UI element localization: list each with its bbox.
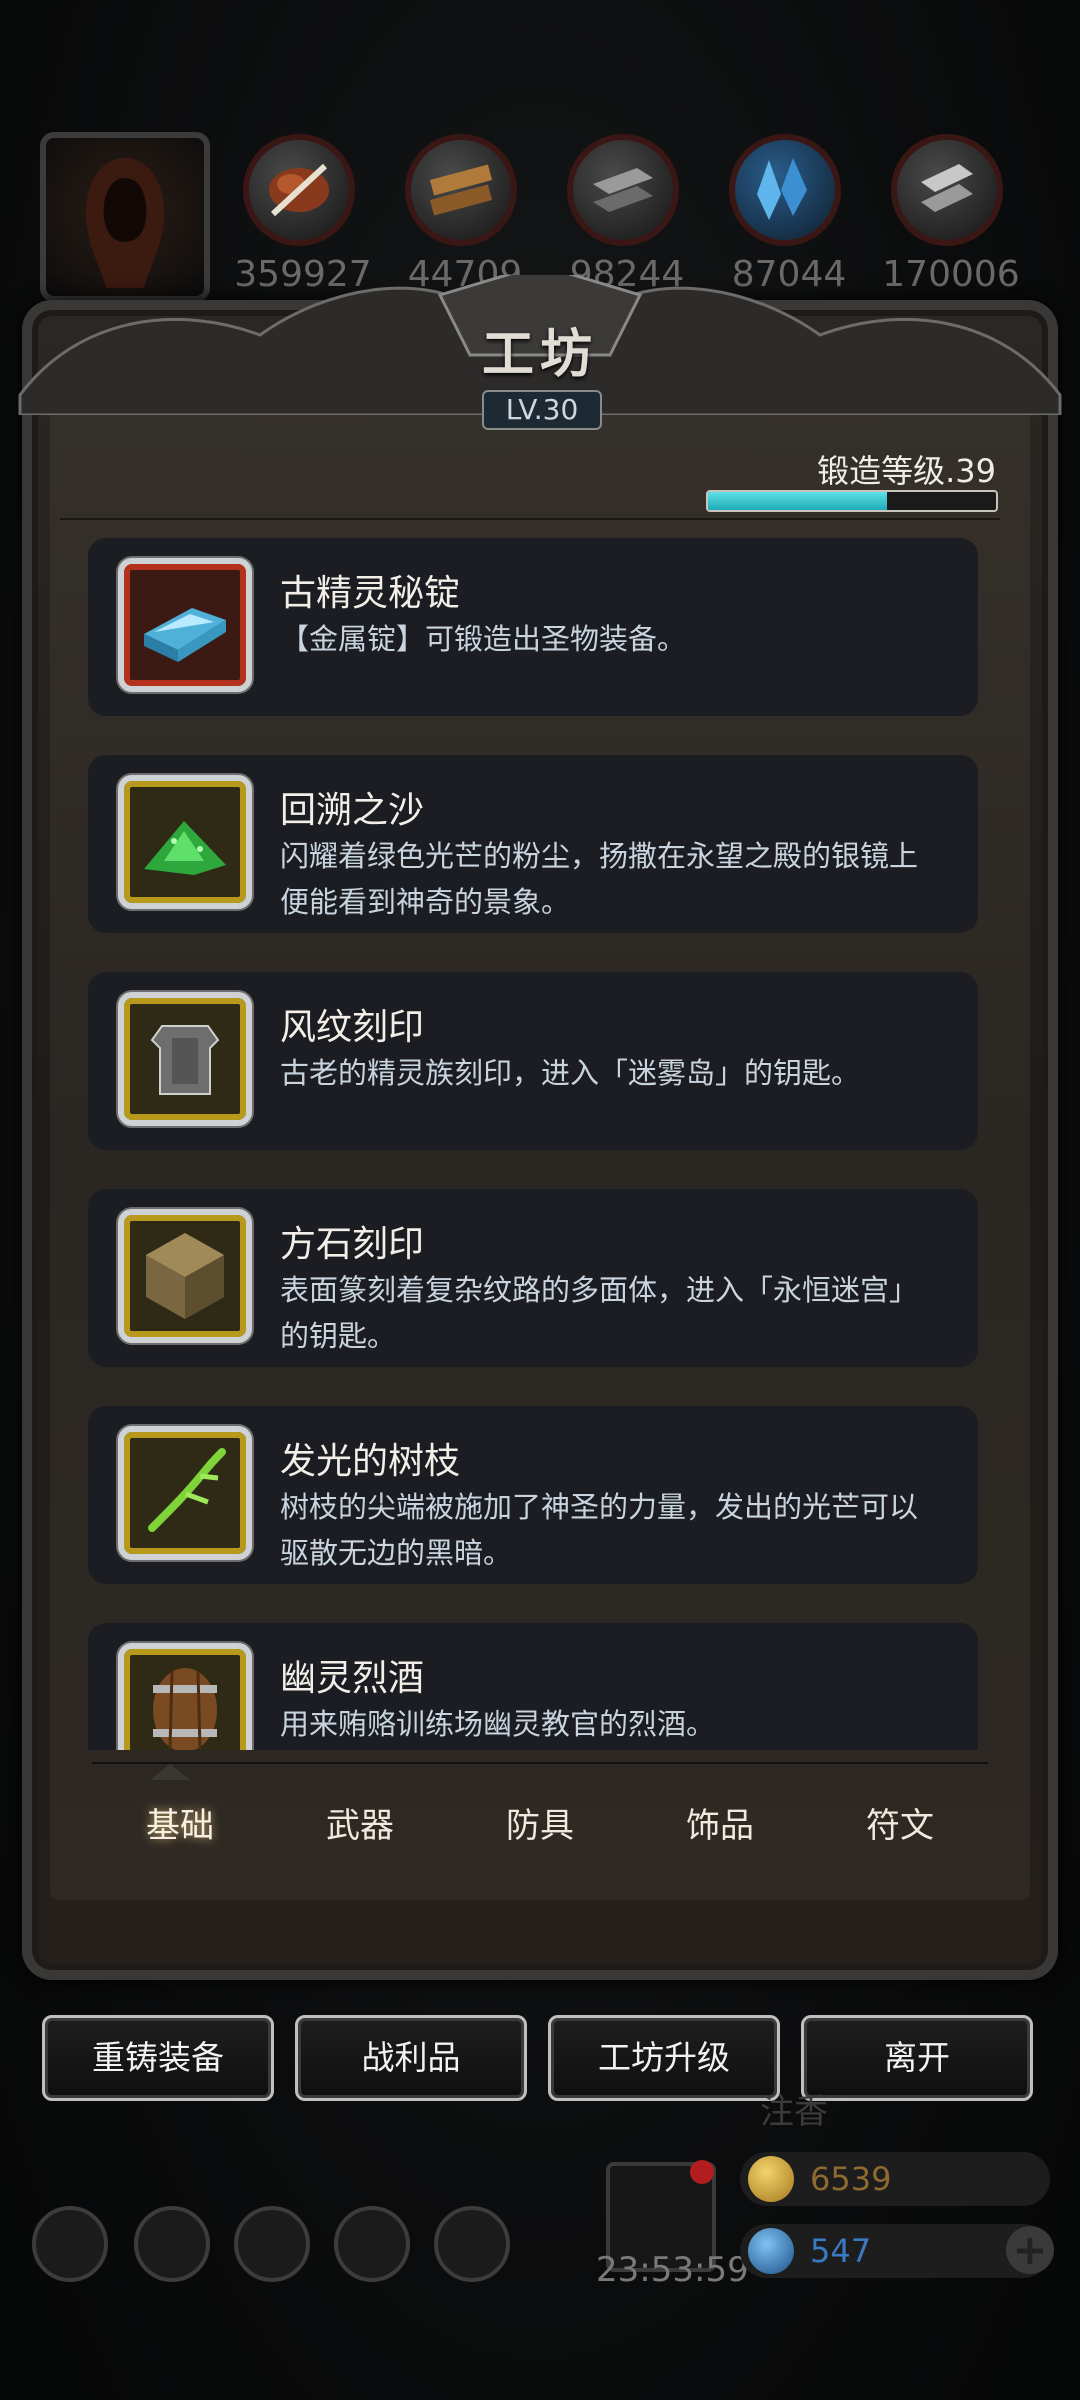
item-description: 【金属锭】可锻造出圣物装备。 xyxy=(280,622,687,656)
background-label: 注香 xyxy=(760,2092,828,2132)
tab-runes[interactable]: 符文 xyxy=(810,1798,990,1847)
resource-meat[interactable]: 359927 xyxy=(234,134,372,295)
mail-icon[interactable] xyxy=(334,2206,410,2282)
crystal-icon xyxy=(729,134,841,246)
resource-wood[interactable]: 44709 xyxy=(405,134,525,295)
item-name: 古精灵秘锭 xyxy=(280,573,461,614)
item-name: 发光的树枝 xyxy=(280,1441,461,1482)
glowing-branch-icon xyxy=(118,1426,252,1560)
steel-icon xyxy=(891,134,1003,246)
gold-coin-icon xyxy=(748,2156,794,2202)
shield-star-icon[interactable] xyxy=(134,2206,210,2282)
armor-seal-icon xyxy=(118,992,252,1126)
resource-iron[interactable]: 98244 xyxy=(567,134,687,295)
gem-display: 547 xyxy=(740,2224,1050,2278)
item-description: 表面篆刻着复杂纹路的多面体，进入「永恒迷宫」的钥匙。 xyxy=(280,1273,919,1353)
wood-icon xyxy=(405,134,517,246)
crossed-swords-icon[interactable] xyxy=(434,2206,510,2282)
list-item[interactable]: 幽灵烈酒 用来贿赂训练场幽灵教官的烈酒。 xyxy=(88,1623,978,1750)
green-sand-icon xyxy=(118,775,252,909)
stone-cube-icon xyxy=(118,1209,252,1343)
loot-button[interactable]: 战利品 xyxy=(295,2015,527,2101)
iron-icon xyxy=(567,134,679,246)
item-name: 方石刻印 xyxy=(280,1224,425,1265)
workshop-level-badge: LV.30 xyxy=(482,390,602,430)
workshop-upgrade-button[interactable]: 工坊升级 xyxy=(548,2015,780,2101)
resource-steel[interactable]: 170006 xyxy=(882,134,1020,295)
forge-progress-bar xyxy=(706,490,998,512)
list-item[interactable]: 发光的树枝 树枝的尖端被施加了神圣的力量，发出的光芒可以驱散无边的黑暗。 xyxy=(88,1406,978,1584)
resource-crystal[interactable]: 87044 xyxy=(729,134,849,295)
hooded-figure-icon xyxy=(85,158,165,288)
list-item[interactable]: 回溯之沙 闪耀着绿色光芒的粉尘，扬撒在永望之殿的银镜上便能看到神奇的景象。 xyxy=(88,755,978,933)
gem-amount: 547 xyxy=(810,2232,872,2270)
item-name: 风纹刻印 xyxy=(280,1007,425,1048)
tab-weapons[interactable]: 武器 xyxy=(270,1798,450,1847)
forge-progress-fill xyxy=(708,492,887,510)
tab-basic[interactable]: 基础 xyxy=(90,1798,270,1847)
item-name: 幽灵烈酒 xyxy=(280,1658,425,1699)
barrel-icon xyxy=(118,1643,252,1750)
item-list[interactable]: 古精灵秘锭 【金属锭】可锻造出圣物装备。 回溯之沙 闪耀着绿色光芒的粉尘，扬撒在… xyxy=(0,530,1080,1750)
add-currency-button[interactable]: + xyxy=(1006,2226,1054,2274)
gold-amount: 6539 xyxy=(810,2160,892,2198)
gift-timer: 23:53:59 xyxy=(596,2250,749,2290)
item-description: 用来贿赂训练场幽灵教官的烈酒。 xyxy=(280,1707,716,1741)
settings-gear-icon[interactable] xyxy=(32,2206,108,2282)
tab-armor[interactable]: 防具 xyxy=(450,1798,630,1847)
item-description: 树枝的尖端被施加了神圣的力量，发出的光芒可以驱散无边的黑暗。 xyxy=(280,1490,919,1570)
blue-gem-icon xyxy=(748,2228,794,2274)
ingot-icon xyxy=(118,558,252,692)
item-name: 回溯之沙 xyxy=(280,790,425,831)
meat-icon xyxy=(243,134,355,246)
page-title: 工坊 xyxy=(481,324,598,385)
category-tabs: 基础 武器 防具 饰品 符文 xyxy=(90,1762,990,1882)
leave-button[interactable]: 离开 xyxy=(801,2015,1033,2101)
item-description: 古老的精灵族刻印，进入「迷雾岛」的钥匙。 xyxy=(280,1056,861,1090)
list-item[interactable]: 风纹刻印 古老的精灵族刻印，进入「迷雾岛」的钥匙。 xyxy=(88,972,978,1150)
reforge-button[interactable]: 重铸装备 xyxy=(42,2015,274,2101)
divider xyxy=(60,518,1000,520)
gold-display: 6539 xyxy=(740,2152,1050,2206)
guild-banner-icon[interactable] xyxy=(234,2206,310,2282)
list-item[interactable]: 方石刻印 表面篆刻着复杂纹路的多面体，进入「永恒迷宫」的钥匙。 xyxy=(88,1189,978,1367)
tab-accessories[interactable]: 饰品 xyxy=(630,1798,810,1847)
item-description: 闪耀着绿色光芒的粉尘，扬撒在永望之殿的银镜上便能看到神奇的景象。 xyxy=(280,839,919,919)
notification-dot xyxy=(690,2160,714,2184)
forge-level-label: 锻造等级.39 xyxy=(817,452,996,490)
list-item[interactable]: 古精灵秘锭 【金属锭】可锻造出圣物装备。 xyxy=(88,538,978,716)
